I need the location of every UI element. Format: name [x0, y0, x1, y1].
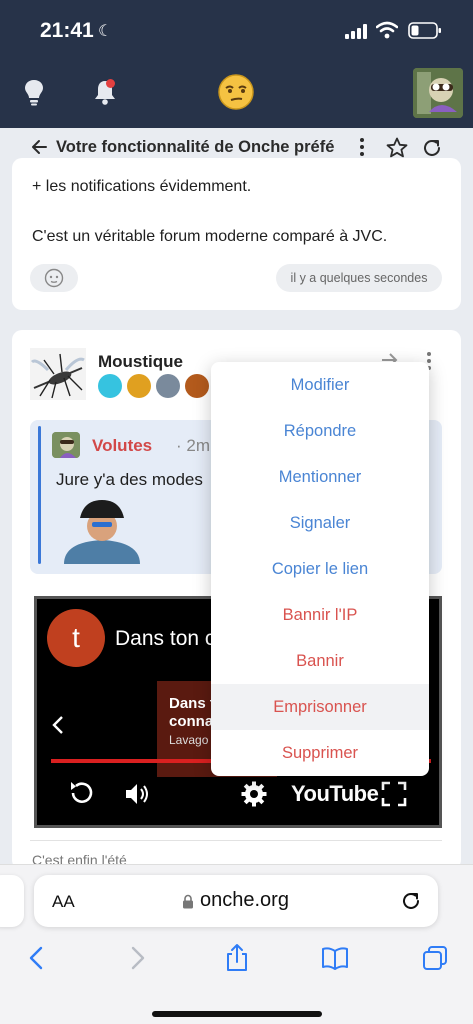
menu-item-bannir-ip[interactable]: Bannir l'IP	[211, 592, 429, 638]
video-title[interactable]: Dans ton c	[115, 627, 215, 651]
previous-tab-peek[interactable]	[0, 875, 24, 927]
clock: 21:41	[40, 19, 94, 42]
wifi-icon	[376, 21, 398, 39]
browser-toolbar: AA onche.org	[0, 864, 473, 1024]
previous-video-icon[interactable]	[51, 715, 65, 735]
reader-options-button[interactable]: AA	[52, 892, 75, 912]
thumb-title: Dans t	[169, 695, 215, 712]
message-text-line: + les notifications évidemment.	[32, 178, 252, 195]
message-timestamp: il y a quelques secondes	[276, 264, 442, 292]
menu-item-signaler[interactable]: Signaler	[211, 500, 429, 546]
quote-bar	[38, 426, 41, 564]
forward-icon[interactable]	[122, 943, 152, 973]
smiley-reaction-icon	[44, 268, 64, 288]
menu-item-repondre[interactable]: Répondre	[211, 408, 429, 454]
lock-icon	[183, 894, 193, 909]
onche-logo-icon[interactable]	[217, 74, 255, 110]
author-avatar[interactable]	[30, 348, 86, 400]
home-indicator	[152, 1011, 322, 1017]
notification-dot	[106, 79, 115, 88]
menu-item-emprisonner[interactable]: Emprisonner	[211, 684, 429, 730]
menu-item-bannir[interactable]: Bannir	[211, 638, 429, 684]
menu-item-modifier[interactable]: Modifier	[211, 362, 429, 408]
back-arrow-icon[interactable]	[30, 138, 48, 156]
url-text[interactable]: onche.org	[200, 889, 289, 912]
badge-icon	[98, 374, 122, 398]
quoted-sticker-image	[64, 500, 140, 564]
fullscreen-icon[interactable]	[381, 781, 407, 807]
menu-item-copier-lien[interactable]: Copier le lien	[211, 546, 429, 592]
address-bar[interactable]: AA onche.org	[34, 875, 438, 927]
quoted-author-name[interactable]: Volutes	[92, 436, 152, 456]
cellular-signal-icon	[345, 24, 367, 39]
divider	[30, 840, 442, 841]
share-icon[interactable]	[222, 943, 252, 973]
message-text-line: C'est un véritable forum moderne comparé…	[32, 228, 388, 245]
back-icon[interactable]	[22, 943, 52, 973]
battery-icon	[408, 22, 441, 39]
youtube-logo[interactable]: YouTube	[291, 781, 379, 807]
menu-item-mentionner[interactable]: Mentionner	[211, 454, 429, 500]
quoted-time: · 2m	[176, 436, 210, 455]
volume-icon[interactable]	[123, 781, 151, 807]
lightbulb-icon[interactable]	[22, 78, 46, 106]
user-avatar[interactable]	[413, 68, 463, 118]
thumb-title: conna	[169, 713, 214, 730]
badge-icon	[127, 374, 151, 398]
add-reaction-button[interactable]	[30, 264, 78, 292]
menu-item-supprimer[interactable]: Supprimer	[211, 730, 429, 776]
quoted-author-avatar[interactable]	[52, 432, 80, 458]
reload-icon[interactable]	[400, 890, 422, 912]
channel-avatar[interactable]: t	[47, 609, 105, 667]
favorite-star-icon[interactable]	[385, 136, 409, 160]
focus-moon-icon: ☾	[98, 23, 113, 40]
badge-icon	[156, 374, 180, 398]
bookmarks-book-icon[interactable]	[320, 943, 350, 973]
topic-options-icon[interactable]	[352, 136, 372, 158]
quoted-text: Jure y'a des modes	[56, 470, 203, 489]
settings-gear-icon[interactable]	[241, 781, 267, 807]
app-header	[0, 62, 473, 128]
thumb-channel: Lavago	[169, 733, 209, 747]
previous-message-card: + les notifications évidemment. C'est un…	[12, 158, 461, 310]
status-bar: 21:41 ☾	[0, 0, 473, 62]
page-title[interactable]: Votre fonctionnalité de Onche préfé	[56, 138, 346, 157]
refresh-icon[interactable]	[421, 137, 443, 159]
tabs-icon[interactable]	[420, 943, 450, 973]
badge-icon	[185, 374, 209, 398]
post-author-name[interactable]: Moustique	[98, 352, 183, 372]
replay-icon[interactable]	[67, 779, 95, 807]
post-context-menu: Modifier Répondre Mentionner Signaler Co…	[211, 362, 429, 776]
